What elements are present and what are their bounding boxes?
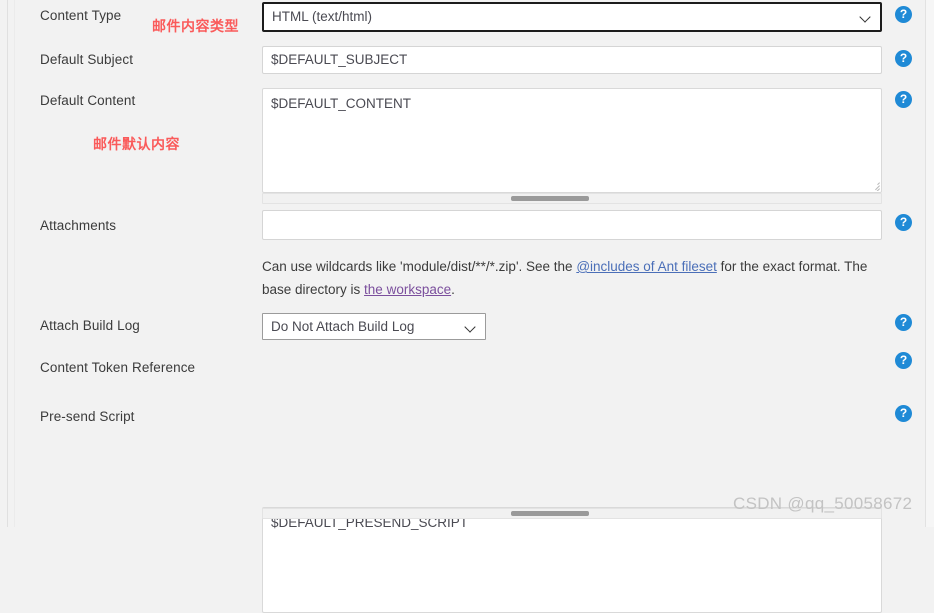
help-icon-content-type[interactable]: ? — [895, 6, 912, 23]
attach-build-log-select[interactable]: Do Not Attach Build Log — [262, 313, 486, 340]
content-type-select-value: HTML (text/html) — [272, 9, 373, 24]
attachments-description-part1: Can use wildcards like 'module/dist/**/*… — [262, 259, 577, 274]
annotation-default-content: 邮件默认内容 — [93, 136, 180, 152]
attachments-input[interactable] — [262, 210, 882, 240]
attach-build-log-select-value: Do Not Attach Build Log — [271, 318, 415, 334]
attachments-description: Can use wildcards like 'module/dist/**/*… — [262, 255, 892, 301]
content-type-select[interactable]: HTML (text/html) — [262, 2, 882, 32]
label-default-content: Default Content — [40, 93, 136, 108]
right-gutter — [926, 0, 934, 527]
resize-handle-icon[interactable] — [868, 179, 880, 191]
default-subject-input[interactable]: $DEFAULT_SUBJECT — [262, 46, 882, 74]
pre-send-script-hscrollbar-thumb[interactable] — [511, 511, 589, 516]
help-icon-attach-build-log[interactable]: ? — [895, 314, 912, 331]
label-default-subject: Default Subject — [40, 52, 134, 67]
help-icon-default-content[interactable]: ? — [895, 91, 912, 108]
settings-form-panel: Content Type 邮件内容类型 HTML (text/html) ? D… — [0, 0, 934, 613]
attachments-description-part3: . — [451, 282, 455, 297]
help-icon-default-subject[interactable]: ? — [895, 50, 912, 67]
help-icon-content-token-reference[interactable]: ? — [895, 352, 912, 369]
help-icon-attachments[interactable]: ? — [895, 214, 912, 231]
label-attachments: Attachments — [40, 218, 117, 233]
default-content-textarea[interactable]: $DEFAULT_CONTENT — [262, 88, 882, 193]
left-rail-divider — [7, 0, 8, 527]
default-content-hscrollbar[interactable] — [262, 193, 882, 204]
default-content-textarea-value: $DEFAULT_CONTENT — [271, 96, 412, 111]
pre-send-script-textarea[interactable]: $DEFAULT_PRESEND_SCRIPT — [262, 507, 882, 613]
default-content-hscrollbar-thumb[interactable] — [511, 196, 589, 201]
chevron-down-icon — [465, 321, 477, 333]
label-content-type: Content Type — [40, 8, 122, 23]
annotation-content-type: 邮件内容类型 — [152, 18, 239, 34]
label-pre-send-script: Pre-send Script — [40, 409, 135, 424]
chevron-down-icon — [860, 11, 872, 23]
left-rail-divider-2 — [14, 0, 15, 527]
ant-fileset-link[interactable]: @includes of Ant fileset — [576, 259, 717, 274]
workspace-link[interactable]: the workspace — [364, 282, 451, 297]
help-icon-pre-send-script[interactable]: ? — [895, 405, 912, 422]
csdn-watermark: CSDN @qq_50058672 — [733, 494, 913, 513]
label-attach-build-log: Attach Build Log — [40, 318, 140, 333]
label-content-token-reference: Content Token Reference — [40, 360, 196, 375]
